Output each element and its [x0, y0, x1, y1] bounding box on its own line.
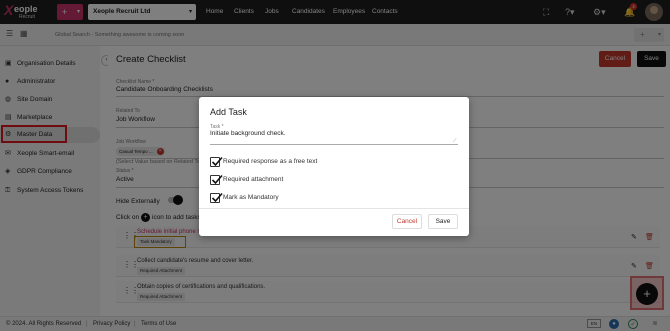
dialog-title: Add Task [210, 107, 247, 117]
resize-handle-icon[interactable]: ⟋ [453, 138, 457, 144]
check-icon [211, 174, 223, 185]
add-task-dialog: Add Task Task * Initiate background chec… [199, 97, 469, 236]
attachment-checkbox-label: Required attachment [223, 176, 284, 183]
dialog-save-button[interactable]: Save [428, 214, 458, 229]
free-text-checkbox[interactable] [210, 156, 223, 167]
divider [199, 208, 469, 209]
task-textarea[interactable]: Initiate background check. [210, 130, 286, 137]
check-icon [211, 156, 223, 167]
free-text-checkbox-label: Required response as a free text [223, 158, 318, 165]
divider [210, 144, 458, 145]
check-icon [211, 192, 223, 203]
attachment-checkbox[interactable] [210, 174, 223, 185]
mandatory-checkbox-label: Mark as Mandatory [223, 194, 279, 201]
dialog-cancel-button[interactable]: Cancel [392, 214, 422, 229]
mandatory-checkbox[interactable] [210, 192, 223, 203]
